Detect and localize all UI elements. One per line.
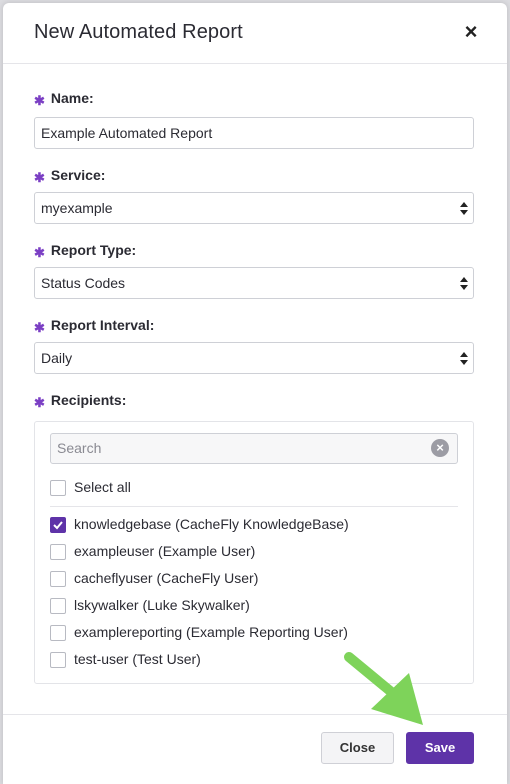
required-marker: ✱ [34,93,45,108]
recipients-search-input[interactable]: Search [50,433,458,464]
recipient-checkbox[interactable] [50,544,66,560]
modal-header: New Automated Report × [3,3,507,64]
recipient-label: knowledgebase (CacheFly KnowledgeBase) [74,516,349,532]
close-button[interactable]: Close [321,732,394,764]
name-input[interactable]: Example Automated Report [34,117,474,149]
checkmark-icon [53,521,63,530]
recipient-checkbox[interactable] [50,652,66,668]
required-marker: ✱ [34,245,45,260]
report-type-select-value: Status Codes [41,275,126,291]
name-label: ✱ Name: [34,90,94,108]
modal-footer: Close Save [3,714,507,784]
recipient-checkbox[interactable] [50,598,66,614]
select-arrows-icon [460,202,468,215]
report-interval-label: ✱ Report Interval: [34,317,155,335]
new-report-modal: New Automated Report × ✱ Name: Example Au… [3,3,507,784]
required-marker: ✱ [34,320,45,335]
recipients-label: ✱ Recipients: [34,392,127,410]
modal-title: New Automated Report [34,21,243,43]
close-icon[interactable]: × [461,21,481,43]
required-marker: ✱ [34,395,45,410]
report-interval-select[interactable]: Daily [34,342,474,374]
divider [50,506,458,507]
save-button[interactable]: Save [406,732,474,764]
recipient-checkbox[interactable] [50,571,66,587]
recipient-checkbox[interactable] [50,625,66,641]
service-select[interactable]: myexample [34,192,474,224]
recipient-label: test-user (Test User) [74,651,201,667]
required-marker: ✱ [34,170,45,185]
report-type-label: ✱ Report Type: [34,242,137,260]
select-all-label: Select all [74,479,131,495]
report-interval-select-value: Daily [41,350,73,366]
recipient-label: examplereporting (Example Reporting User… [74,624,348,640]
recipient-label: lskywalker (Luke Skywalker) [74,597,250,613]
select-arrows-icon [460,277,468,290]
clear-search-icon[interactable]: × [431,439,449,457]
recipient-label: exampleuser (Example User) [74,543,256,559]
report-type-select[interactable]: Status Codes [34,267,474,299]
service-label: ✱ Service: [34,167,106,185]
select-all-checkbox[interactable] [50,480,66,496]
recipient-label: cacheflyuser (CacheFly User) [74,570,259,586]
pointer-arrow-icon [344,652,423,725]
service-select-value: myexample [41,200,113,216]
recipient-checkbox[interactable] [50,517,66,533]
select-arrows-icon [460,352,468,365]
recipients-box: Search × Select all knowledgebase (Cache… [34,421,474,684]
